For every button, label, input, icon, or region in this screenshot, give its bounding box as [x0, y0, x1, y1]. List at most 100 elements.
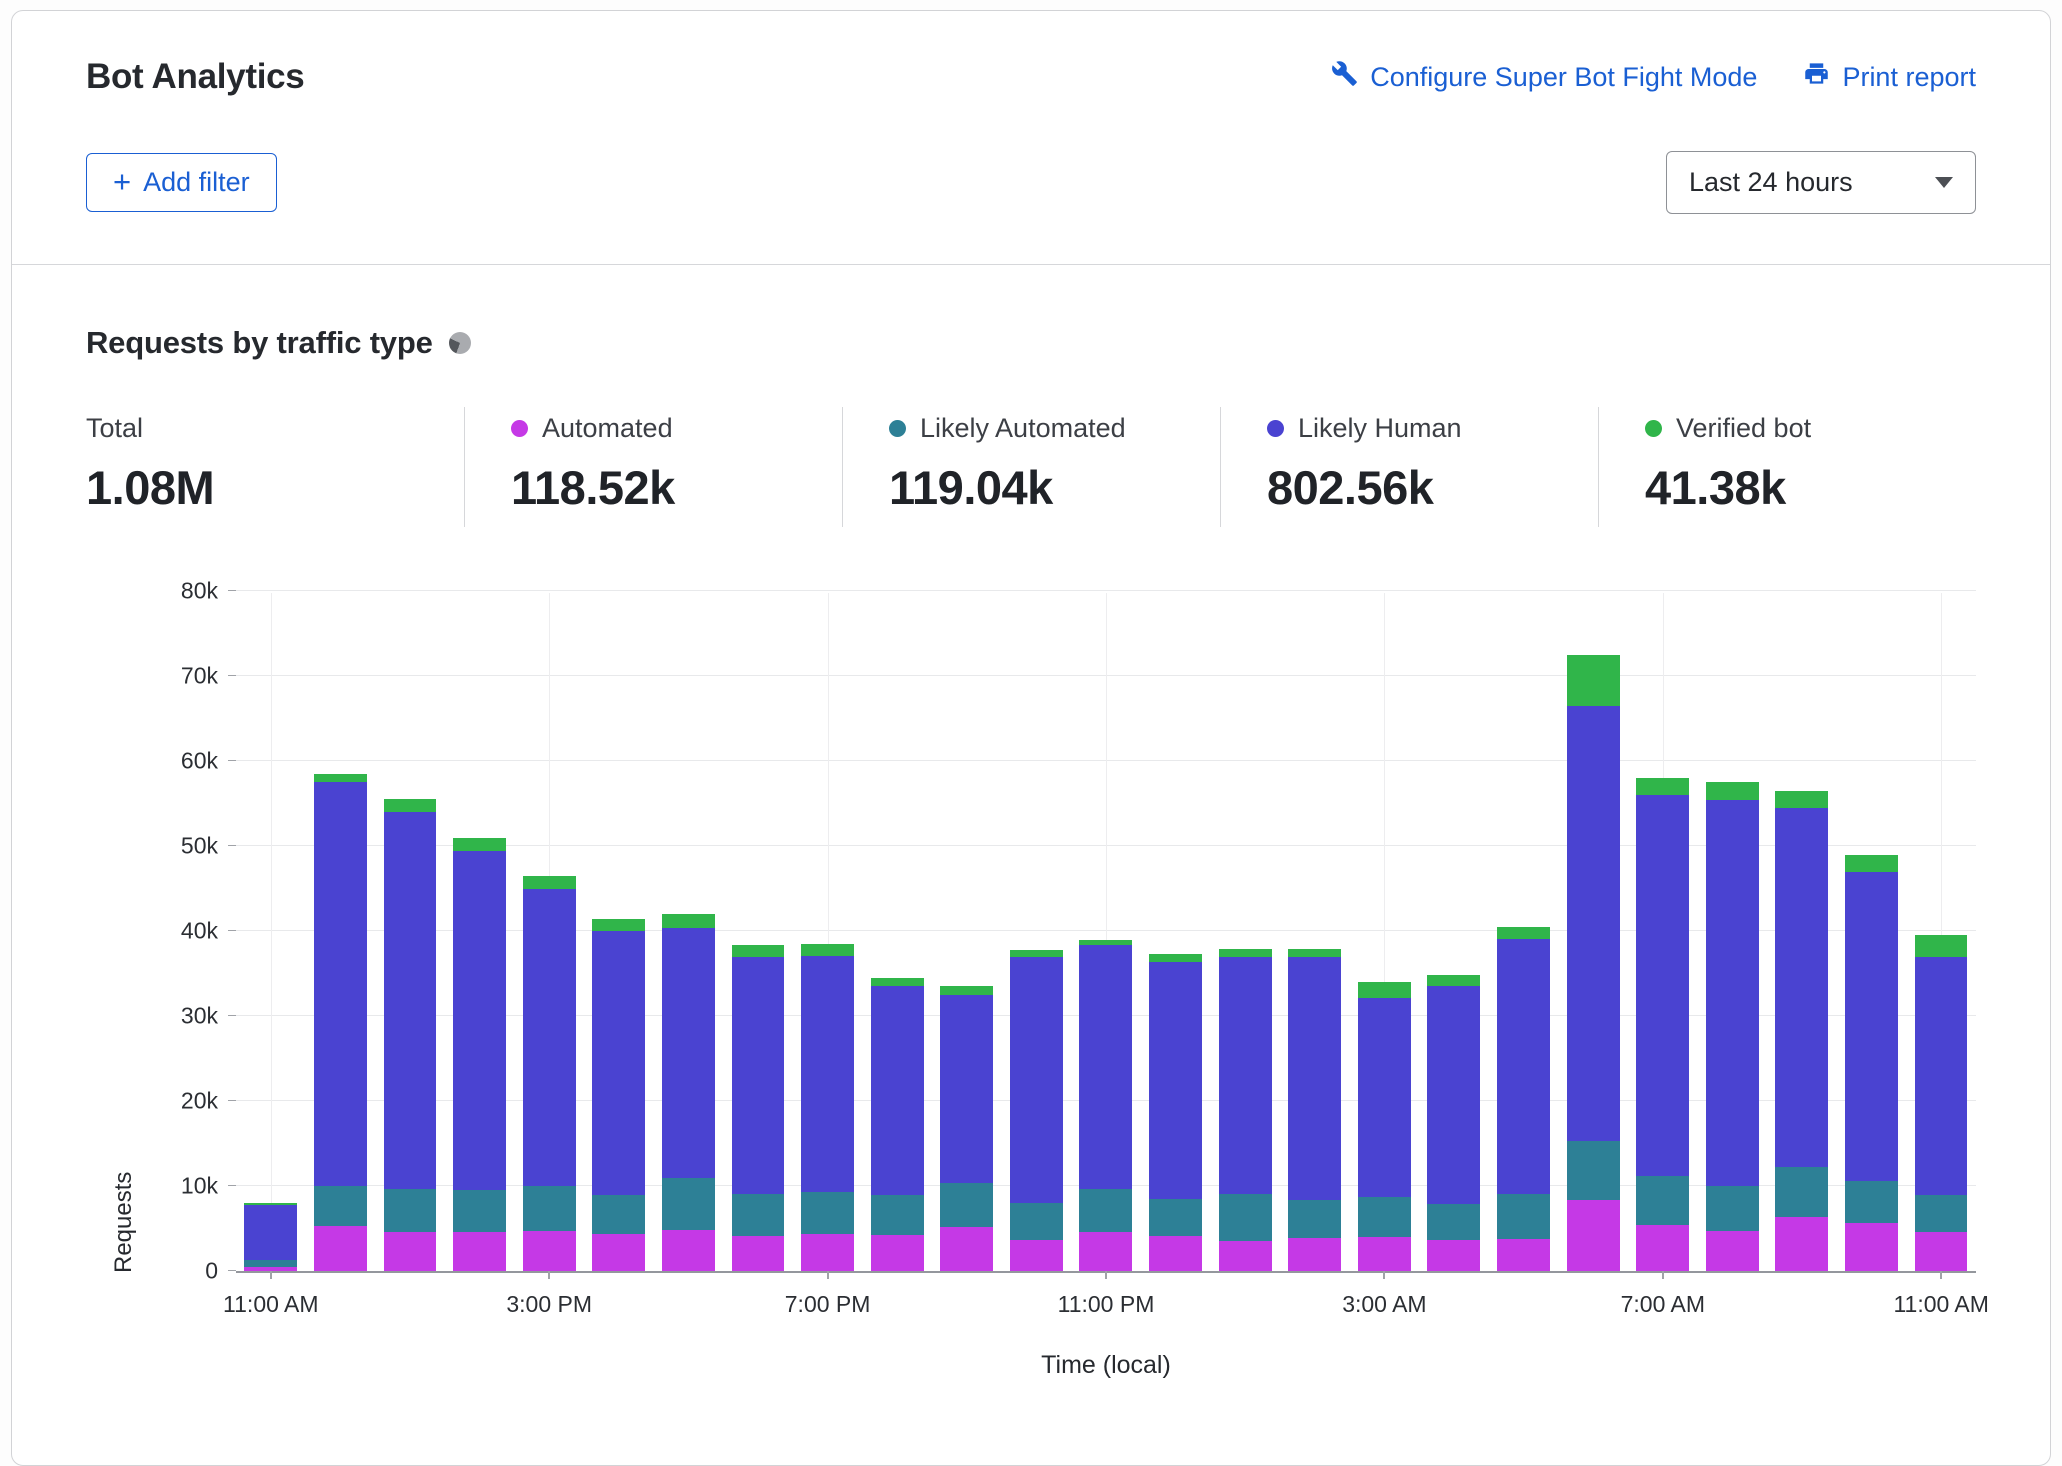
bar-segment-likely_human — [1845, 872, 1898, 1181]
bar-segment-verified_bot — [1149, 954, 1202, 962]
x-tick-mark — [548, 1271, 550, 1279]
bar-segment-verified_bot — [523, 876, 576, 889]
bar-segment-likely_human — [1567, 706, 1620, 1141]
bar-segment-likely_automated — [1427, 1204, 1480, 1241]
bars-container — [236, 593, 1976, 1271]
bar-slot — [1906, 593, 1976, 1271]
bar-segment-likely_human — [523, 889, 576, 1187]
header-links: Configure Super Bot Fight Mode Print rep… — [1331, 60, 1976, 94]
x-tick-label: 7:00 AM — [1621, 1291, 1705, 1318]
x-tick-mark — [270, 1271, 272, 1279]
stacked-bar — [1149, 954, 1202, 1271]
x-axis-label: Time (local) — [236, 1351, 1976, 1380]
bar-slot — [1350, 593, 1420, 1271]
bar-segment-likely_automated — [871, 1195, 924, 1235]
bar-segment-verified_bot — [871, 978, 924, 987]
bar-slot — [654, 593, 724, 1271]
stacked-bar — [244, 1203, 297, 1271]
bar-segment-likely_automated — [1219, 1194, 1272, 1242]
stat-value: 119.04k — [889, 460, 1210, 515]
bar-slot — [1697, 593, 1767, 1271]
bar-segment-likely_human — [1219, 957, 1272, 1194]
stacked-bar — [592, 919, 645, 1271]
bar-segment-likely_human — [1775, 808, 1828, 1168]
x-tick-label: 3:00 AM — [1342, 1291, 1426, 1318]
y-tick-mark — [228, 1100, 236, 1101]
bar-segment-likely_human — [592, 931, 645, 1195]
add-filter-label: Add filter — [143, 167, 250, 198]
bar-segment-likely_human — [871, 986, 924, 1195]
y-tick-label: 40k — [181, 918, 218, 945]
stat-label: Likely Automated — [920, 413, 1126, 444]
chevron-down-icon — [1935, 177, 1953, 188]
stacked-bar — [1288, 949, 1341, 1271]
bar-slot — [1002, 593, 1072, 1271]
stacked-bar — [1567, 655, 1620, 1271]
plus-icon: + — [113, 166, 131, 197]
bar-segment-likely_human — [732, 957, 785, 1194]
time-range-select[interactable]: Last 24 hours — [1666, 151, 1976, 214]
page-title: Bot Analytics — [86, 57, 304, 97]
add-filter-button[interactable]: + Add filter — [86, 153, 277, 212]
stat-label: Total — [86, 413, 143, 444]
bar-segment-likely_human — [1427, 986, 1480, 1204]
section-heading: Requests by traffic type — [86, 325, 433, 361]
bar-segment-likely_automated — [1010, 1203, 1063, 1240]
y-tick-label: 10k — [181, 1173, 218, 1200]
bar-segment-automated — [1079, 1232, 1132, 1271]
bar-segment-likely_automated — [1915, 1195, 1968, 1232]
bar-slot — [1280, 593, 1350, 1271]
print-link-label: Print report — [1842, 62, 1976, 93]
bar-segment-automated — [1288, 1238, 1341, 1271]
bar-segment-automated — [1497, 1239, 1550, 1271]
y-tick-label: 80k — [181, 578, 218, 605]
stat-verified-bot: Verified bot41.38k — [1598, 407, 1976, 527]
bar-segment-likely_automated — [732, 1194, 785, 1237]
x-tick-mark — [1383, 1271, 1385, 1279]
bar-segment-likely_automated — [1775, 1167, 1828, 1217]
bar-segment-likely_automated — [662, 1178, 715, 1230]
bar-slot — [1489, 593, 1559, 1271]
bar-slot — [932, 593, 1002, 1271]
bar-segment-automated — [1149, 1236, 1202, 1271]
requests-by-traffic-type-section: Requests by traffic type Total1.08MAutom… — [12, 265, 2050, 1465]
x-tick-mark — [1105, 1271, 1107, 1279]
stat-label: Likely Human — [1298, 413, 1462, 444]
bar-segment-likely_automated — [940, 1183, 993, 1227]
legend-dot — [1267, 420, 1284, 437]
bar-slot — [236, 593, 306, 1271]
x-tick-label: 7:00 PM — [785, 1291, 871, 1318]
y-tick-label: 0 — [205, 1258, 218, 1285]
bar-segment-likely_automated — [1288, 1200, 1341, 1238]
bar-segment-verified_bot — [1497, 927, 1550, 939]
bar-segment-verified_bot — [1706, 782, 1759, 800]
bar-slot — [1628, 593, 1698, 1271]
bar-segment-automated — [453, 1232, 506, 1271]
x-tick-mark — [1940, 1271, 1942, 1279]
card-header: Bot Analytics Configure Super Bot Fight … — [12, 11, 2050, 265]
pie-chart-icon — [449, 332, 471, 354]
print-report-link[interactable]: Print report — [1803, 60, 1976, 94]
stacked-bar — [1497, 927, 1550, 1271]
y-tick-mark — [228, 1270, 236, 1271]
bar-segment-verified_bot — [1915, 935, 1968, 956]
bar-slot — [793, 593, 863, 1271]
bar-slot — [514, 593, 584, 1271]
bar-slot — [1141, 593, 1211, 1271]
bar-slot — [723, 593, 793, 1271]
stat-label: Verified bot — [1676, 413, 1811, 444]
stacked-bar — [940, 986, 993, 1271]
bar-slot — [306, 593, 376, 1271]
bar-segment-automated — [384, 1232, 437, 1271]
y-tick-mark — [228, 675, 236, 676]
bar-segment-automated — [1706, 1231, 1759, 1271]
stacked-bar — [1079, 940, 1132, 1271]
bar-segment-automated — [1775, 1217, 1828, 1271]
configure-super-bot-fight-mode-link[interactable]: Configure Super Bot Fight Mode — [1331, 60, 1757, 94]
bar-segment-verified_bot — [1775, 791, 1828, 808]
bar-segment-likely_automated — [314, 1186, 367, 1226]
bar-segment-verified_bot — [592, 919, 645, 931]
bar-segment-likely_human — [453, 851, 506, 1190]
bar-slot — [1419, 593, 1489, 1271]
bar-segment-automated — [732, 1236, 785, 1271]
